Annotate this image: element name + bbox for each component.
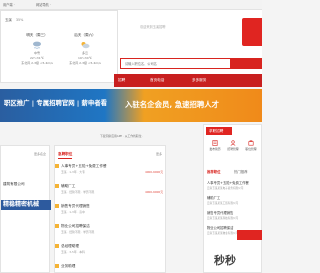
item-title: 人事专员+五险+免费工作餐 — [207, 181, 249, 185]
weather-header: 玉溪 35% — [5, 17, 23, 22]
utility-links[interactable]: 下载洞察应用APP · 从工作找职位 · — [100, 134, 143, 138]
job-salary: 4000-6000元 — [144, 190, 163, 194]
job-title: 物业公司招聘保洁 — [61, 224, 90, 228]
urgent-jobs-panel: 急聘职位 更多 人事专员+五险+免费工作餐 玉溪 · 1-3年 · 大专 400… — [54, 145, 166, 273]
job-meta: 玉溪 · 经验不限 · 学历不限 — [61, 230, 95, 234]
site-nav-link[interactable]: 网站导航 · — [36, 2, 51, 7]
snow-icon — [33, 41, 41, 49]
search-input[interactable] — [121, 59, 230, 68]
job-title: 总经理助理 — [61, 244, 79, 248]
job-thumb-icon — [55, 264, 59, 268]
search-button[interactable]: 搜索 — [231, 58, 262, 69]
promo-banner[interactable]: 职区推广 | 专属招聘官网 | 薪申者看 入驻名企会员, 急速招聘人才 — [0, 89, 262, 122]
job-meta: 玉溪 · 1-3年 · 高中 — [61, 210, 85, 214]
company-banner-text: 精稳精密机械 — [3, 201, 40, 208]
header-area: 欢迎来到玉溪招聘 搜索 — [118, 10, 262, 83]
action-label: 发布简历 — [209, 147, 221, 151]
weather-day-name: 后天（周六） — [74, 33, 96, 37]
recruit-manage-action[interactable]: 招聘管理 — [224, 140, 242, 151]
recommended-item[interactable]: 销售专员代理销售 云南玉溪某某科技有限公司 — [207, 210, 263, 220]
weather-wind: 东北风 2-3级 <5.4m/s — [21, 61, 53, 65]
job-thumb-icon — [55, 244, 59, 248]
job-item[interactable]: 物业公司招聘保洁 玉溪 · 经验不限 · 学历不限 — [55, 224, 163, 244]
job-meta: 玉溪 · 3-5年 · 本科 — [61, 250, 85, 254]
user-link[interactable]: 用户端 · — [3, 2, 15, 7]
job-title: 销售专员代理销售 — [61, 204, 90, 208]
item-company: 云南玉溪某某电子商务有限公司 — [207, 187, 244, 190]
recommended-item[interactable]: 辅助厂工 云南玉溪某某工贸有限公司 — [207, 195, 263, 205]
job-salary: 4000-6000元 — [144, 170, 163, 174]
nav-item-phone[interactable]: 首页电话 — [150, 78, 164, 83]
watermark: 秒秒 — [214, 254, 236, 267]
weather-humidity: 35% — [15, 18, 24, 22]
main-nav: 招聘 首页电话 多多服务 — [114, 74, 262, 87]
job-item[interactable]: 人事专员+五险+免费工作餐 玉溪 · 1-3年 · 大专 4000-6000元 — [55, 164, 163, 184]
company-banner[interactable]: 精稳精密机械 — [1, 200, 51, 210]
job-thumb-icon — [55, 164, 59, 168]
job-meta: 玉溪 · 1-3年 · 大专 — [61, 170, 85, 174]
job-item[interactable]: 销售专员代理销售 玉溪 · 1-3年 · 高中 — [55, 204, 163, 224]
banner-left-text: 职区推广 | 专属招聘官网 | 薪申者看 — [4, 99, 108, 107]
weather-wind: 东北风 2-3级 <5.4m/s — [69, 61, 101, 65]
manage-icon — [248, 140, 254, 146]
job-title: 人事专员+五险+免费工作餐 — [61, 164, 107, 168]
more-jobs-link[interactable]: 更多 — [156, 152, 162, 156]
recommended-item[interactable]: 人事专员+五险+免费工作餐 云南玉溪某某电子商务有限公司 — [207, 180, 263, 190]
action-label: 职位管理 — [245, 147, 257, 151]
item-company: 云南玉溪某某工贸有限公司 — [207, 202, 239, 205]
floating-contact-button[interactable] — [237, 230, 262, 240]
item-title: 销售专员代理销售 — [207, 211, 234, 215]
weather-location: 玉溪 — [5, 18, 12, 22]
weather-panel: 玉溪 35% 明天（周三） 中雪 22～31℃ 东北风 2-3级 <5.4m/s… — [0, 10, 118, 83]
job-item[interactable]: 业务助理 — [55, 264, 163, 273]
banner-right-text: 入驻名企会员, 急速招聘人才 — [125, 100, 220, 109]
tab-urgent-jobs[interactable]: 急聘职位 — [58, 152, 73, 159]
search-box — [120, 58, 231, 69]
job-meta: 玉溪 · 经验不限 · 学历不限 — [61, 190, 95, 194]
weather-day-name: 明天（周三） — [26, 33, 48, 37]
job-thumb-icon — [55, 204, 59, 208]
resume-icon — [212, 140, 218, 146]
job-item[interactable]: 总经理助理 玉溪 · 3-5年 · 本科 — [55, 244, 163, 264]
item-company: 云南玉溪某某科技有限公司 — [207, 217, 239, 220]
post-resume-action[interactable]: 发布简历 — [206, 140, 224, 151]
hiring-button-label: 求职招聘 — [209, 129, 224, 133]
top-bar: 用户端 · 网站导航 · — [0, 0, 262, 10]
weather-day-1: 明天（周三） 中雪 22～31℃ 东北风 2-3级 <5.4m/s — [15, 33, 59, 66]
quick-actions: 发布简历 招聘管理 职位管理 — [204, 140, 263, 164]
weather-day-2: 后天（周六） 多云 19～34℃ 东北风 2-3级 <5.4m/s — [63, 33, 107, 66]
item-title: 辅助厂工 — [207, 196, 221, 200]
job-thumb-icon — [55, 184, 59, 188]
job-manage-action[interactable]: 职位管理 — [242, 140, 260, 151]
job-title: 辅助厂工 — [61, 184, 76, 188]
nav-item-services[interactable]: 多多服务 — [192, 78, 206, 83]
hiring-button[interactable]: 求职招聘 — [206, 127, 232, 135]
recruit-icon — [230, 140, 236, 146]
cloud-sun-icon — [81, 42, 90, 49]
promo-badge[interactable] — [242, 18, 262, 46]
job-seeker-panel: 求职招聘 发布简历 招聘管理 职位管理 推荐职位 热门推荐 人事专员+五险+免费… — [203, 124, 262, 273]
tab-hot[interactable]: 热门推荐 — [234, 169, 248, 174]
action-label: 招聘管理 — [227, 147, 239, 151]
welcome-text: 欢迎来到玉溪招聘 — [140, 25, 166, 29]
tab-recommended[interactable]: 推荐职位 — [207, 169, 221, 174]
featured-companies: 更多名企 建筑有限公司 精稳精密机械 — [0, 145, 51, 273]
nav-item-recruit[interactable]: 招聘 — [118, 78, 125, 83]
company-name[interactable]: 建筑有限公司 — [3, 182, 25, 187]
more-companies-link[interactable]: 更多名企 — [34, 152, 46, 156]
job-item[interactable]: 辅助厂工 玉溪 · 经验不限 · 学历不限 4000-6000元 — [55, 184, 163, 204]
job-title: 业务助理 — [61, 264, 76, 268]
job-thumb-icon — [55, 224, 59, 228]
